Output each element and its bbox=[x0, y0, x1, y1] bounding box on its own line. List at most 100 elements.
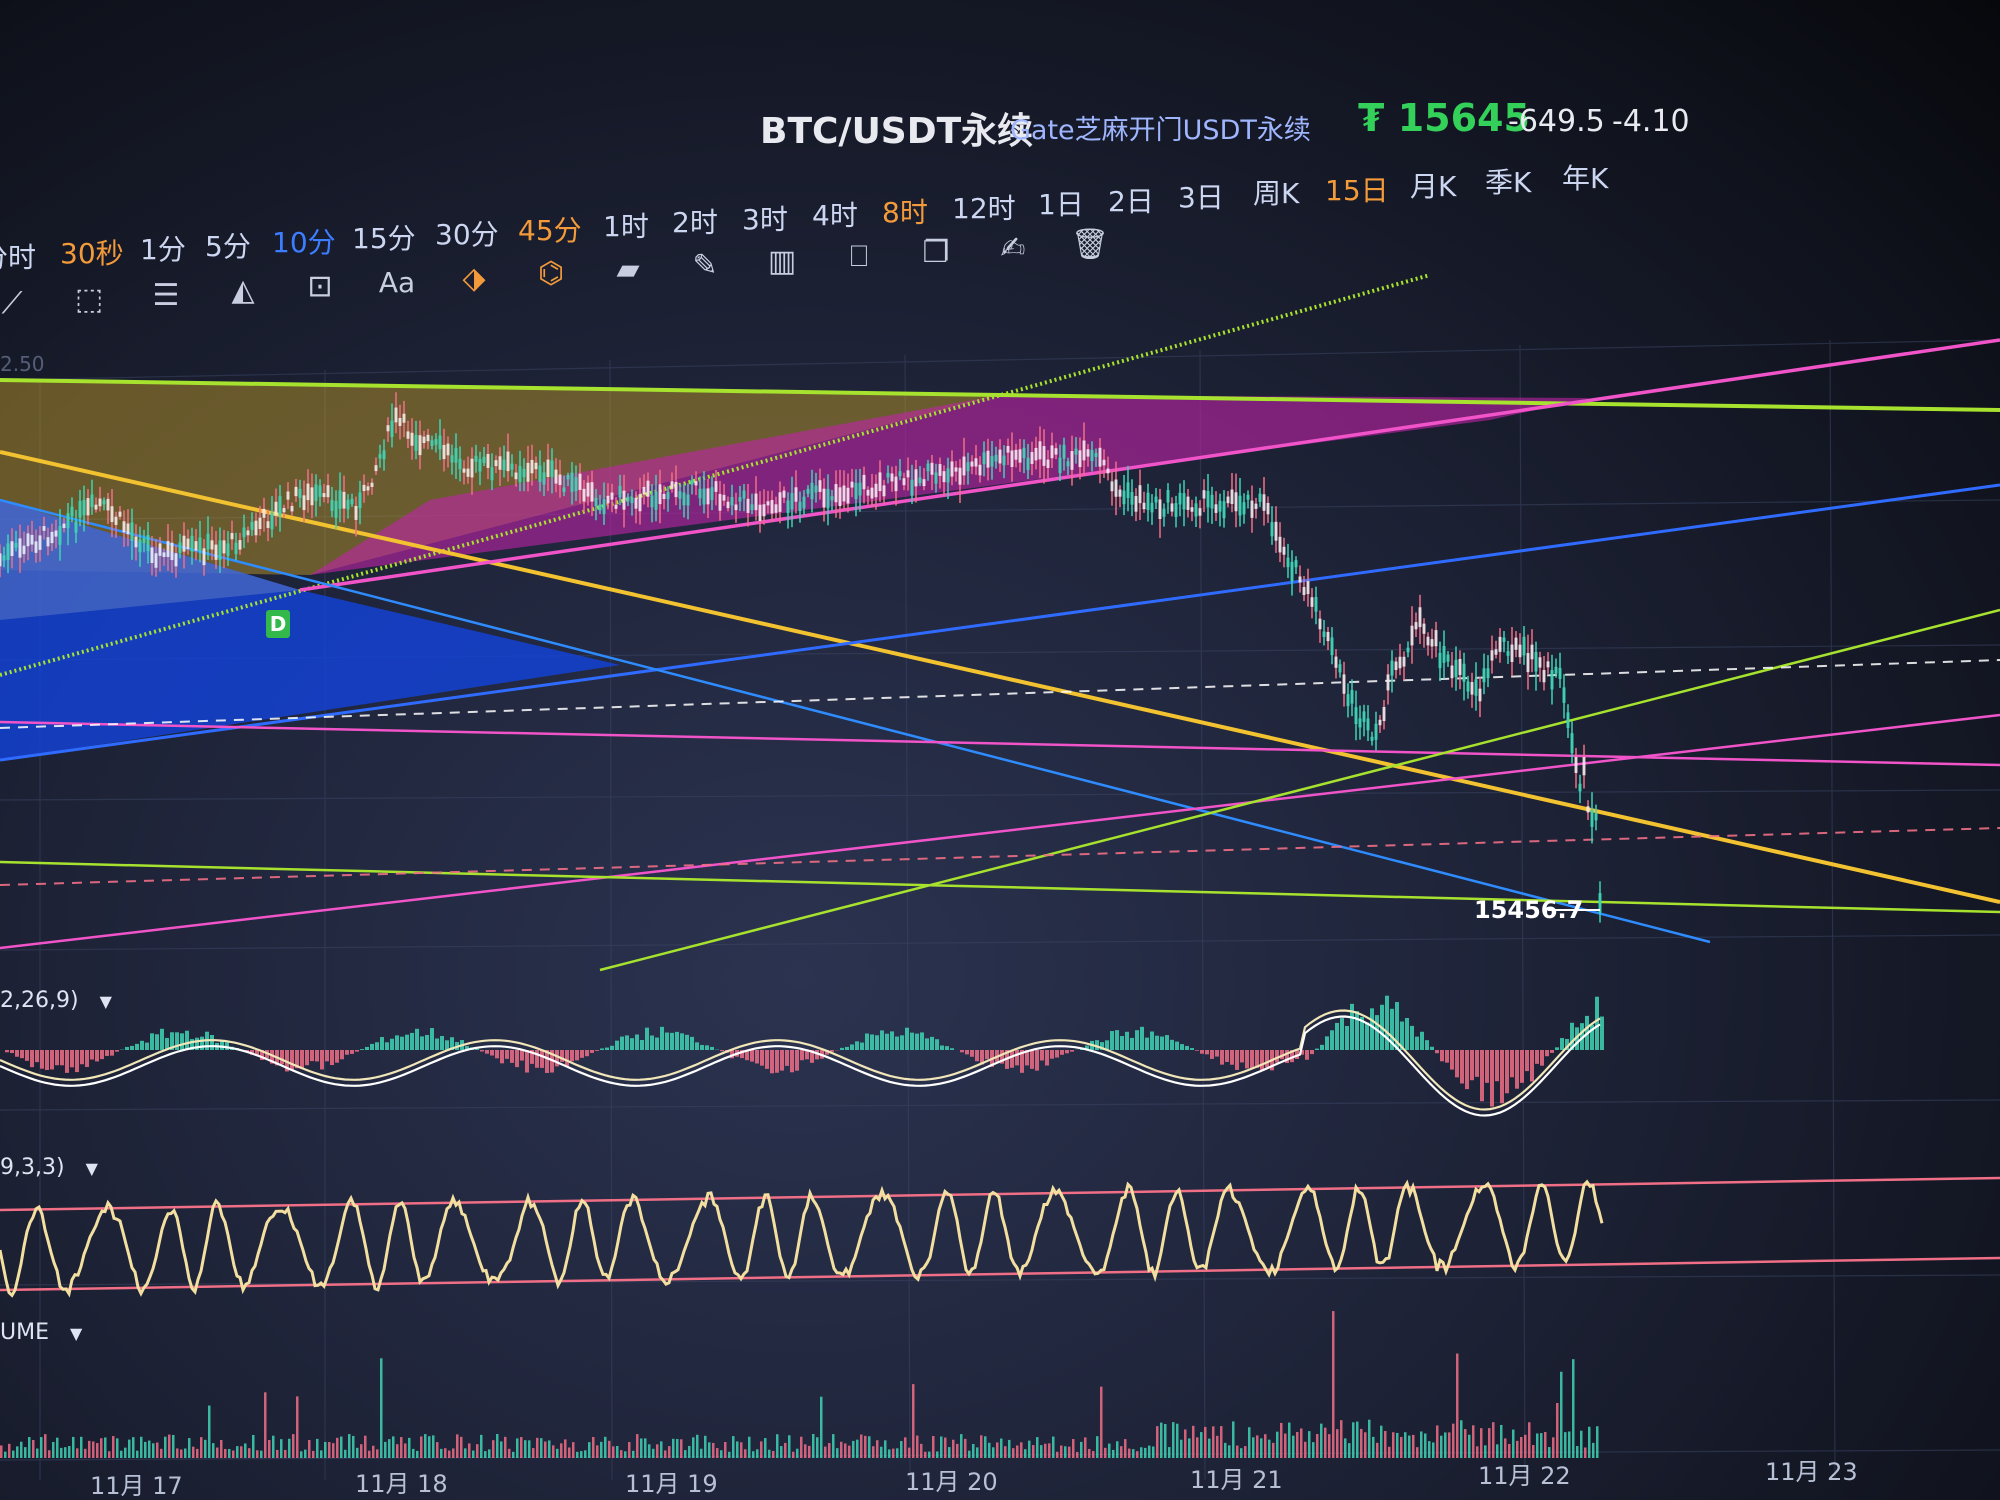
macd-bar bbox=[375, 1042, 379, 1050]
candle-body bbox=[246, 530, 250, 536]
volume-bar bbox=[276, 1449, 279, 1458]
text-tool-icon[interactable]: Aa bbox=[375, 261, 419, 305]
candle-body bbox=[1286, 557, 1290, 568]
volume-bar bbox=[1488, 1428, 1491, 1458]
macd-bar bbox=[160, 1028, 164, 1050]
candle-body bbox=[1522, 636, 1526, 656]
volume-bar bbox=[1064, 1446, 1067, 1458]
trash-icon[interactable]: 🗑 bbox=[1068, 223, 1112, 267]
volume-bar bbox=[108, 1451, 111, 1458]
chevron-down-icon[interactable]: ▼ bbox=[70, 1324, 82, 1343]
candle-body bbox=[1470, 682, 1474, 695]
candle-body bbox=[614, 504, 618, 509]
volume-bar bbox=[1188, 1438, 1191, 1458]
candle-body bbox=[1350, 690, 1354, 704]
volume-bar bbox=[432, 1435, 435, 1458]
volume-bar bbox=[1276, 1431, 1279, 1458]
volume-bar bbox=[1108, 1443, 1111, 1458]
macd-bar bbox=[1470, 1050, 1474, 1081]
candle-body bbox=[22, 545, 26, 555]
volume-bar bbox=[700, 1448, 703, 1458]
volume-bar bbox=[344, 1449, 347, 1458]
volume-bar bbox=[1492, 1422, 1495, 1458]
macd-bar bbox=[845, 1046, 849, 1050]
macd-bar bbox=[1115, 1030, 1119, 1050]
volume-bar bbox=[444, 1448, 447, 1458]
volume-bar bbox=[608, 1440, 611, 1458]
copy-icon[interactable]: ❐ bbox=[914, 231, 958, 275]
candle-body bbox=[1478, 688, 1482, 702]
candle-body bbox=[810, 482, 814, 500]
macd-bar bbox=[10, 1050, 14, 1054]
volume-bar bbox=[1356, 1421, 1359, 1458]
measure-tool-icon[interactable]: ⊡ bbox=[298, 265, 342, 309]
volume-bar bbox=[68, 1446, 71, 1458]
volume-bar bbox=[1400, 1436, 1403, 1458]
candles-icon[interactable]: ▥ bbox=[760, 240, 804, 284]
pattern-tool-icon[interactable]: ◭ bbox=[221, 269, 265, 313]
macd-bar bbox=[320, 1050, 324, 1070]
macd-bar bbox=[1190, 1048, 1194, 1050]
candle-body bbox=[1174, 503, 1178, 518]
volume-bar bbox=[1076, 1451, 1079, 1458]
macd-bar bbox=[1340, 1018, 1344, 1050]
volume-bar bbox=[1560, 1371, 1563, 1458]
candle-body bbox=[1166, 489, 1170, 503]
macd-bar bbox=[420, 1036, 424, 1050]
chevron-down-icon[interactable]: ▼ bbox=[86, 1159, 98, 1178]
candle-body bbox=[330, 500, 334, 511]
macd-bar bbox=[75, 1050, 79, 1073]
volume-bar bbox=[688, 1445, 691, 1458]
chevron-down-icon[interactable]: ▼ bbox=[100, 992, 112, 1011]
ruler-icon[interactable]: ▰ bbox=[606, 248, 650, 292]
volume-bar bbox=[1008, 1439, 1011, 1458]
candle-body bbox=[1086, 449, 1090, 457]
candle-body bbox=[522, 468, 526, 478]
volume-bar bbox=[1048, 1443, 1051, 1458]
candle-body bbox=[834, 484, 838, 503]
candle-body bbox=[1342, 674, 1346, 694]
volume-bar bbox=[356, 1447, 359, 1458]
candle-body bbox=[458, 458, 462, 470]
candle-body bbox=[1118, 489, 1122, 497]
line-tool-icon[interactable]: ⟋ bbox=[0, 282, 34, 326]
pen-icon[interactable]: ✎ bbox=[683, 244, 727, 288]
volume-bar bbox=[1376, 1442, 1379, 1458]
volume-bar bbox=[1336, 1429, 1339, 1458]
macd-bar bbox=[150, 1033, 154, 1050]
macd-bar bbox=[1455, 1050, 1459, 1078]
candle-body bbox=[1354, 707, 1358, 725]
lock-icon[interactable]: ⎕ bbox=[837, 235, 881, 279]
volume-bar bbox=[640, 1438, 643, 1458]
candle-body bbox=[410, 432, 414, 446]
volume-bar bbox=[1268, 1439, 1271, 1458]
macd-params-label[interactable]: 2,26,9) ▼ bbox=[0, 988, 112, 1013]
candle-body bbox=[486, 453, 490, 468]
eraser-icon[interactable]: ⬗ bbox=[452, 257, 496, 301]
volume-bar bbox=[1016, 1445, 1019, 1458]
volume-bar bbox=[132, 1437, 135, 1458]
volume-bar bbox=[1200, 1432, 1203, 1458]
volume-bar bbox=[1592, 1442, 1595, 1458]
volume-bar bbox=[368, 1450, 371, 1458]
candle-body bbox=[342, 491, 346, 509]
volume-bar bbox=[52, 1441, 55, 1458]
macd-bar bbox=[1110, 1031, 1114, 1050]
volume-label[interactable]: UME ▼ bbox=[0, 1320, 82, 1345]
fib-lines-icon[interactable]: ☰ bbox=[144, 274, 188, 318]
edit-icon[interactable]: ✍ bbox=[991, 227, 1035, 271]
macd-bar bbox=[1330, 1030, 1334, 1050]
candle-body bbox=[1398, 656, 1402, 669]
candle-body bbox=[1070, 451, 1074, 470]
magnet-icon[interactable]: ⌬ bbox=[529, 252, 573, 296]
kdj-params-label[interactable]: 9,3,3) ▼ bbox=[0, 1155, 98, 1180]
macd-bar bbox=[965, 1050, 969, 1055]
badge-d[interactable]: D bbox=[266, 610, 290, 638]
candle-body bbox=[34, 541, 38, 553]
candle-body bbox=[1210, 494, 1214, 509]
volume-bar bbox=[992, 1447, 995, 1458]
candle-body bbox=[962, 456, 966, 476]
candle-body bbox=[1578, 783, 1582, 792]
channel-tool-icon[interactable]: ⬚ bbox=[67, 278, 111, 322]
volume-bar bbox=[1080, 1441, 1083, 1458]
